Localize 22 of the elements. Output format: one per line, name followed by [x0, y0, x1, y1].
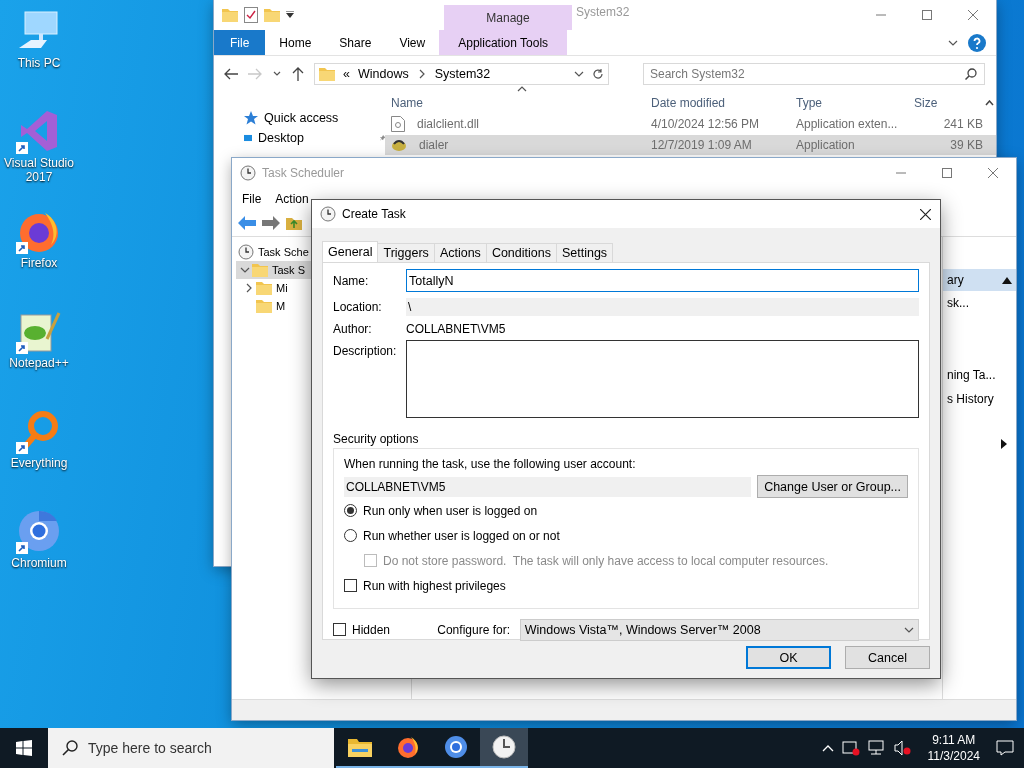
field-label: Description: — [333, 344, 398, 358]
field-label: Name: — [333, 273, 370, 288]
context-group-label: Manage — [444, 5, 572, 30]
size-cell-text: 241 KB — [942, 117, 984, 131]
date-cell-text: 4/10/2024 12:56 PM — [650, 117, 761, 131]
window-title: Task Scheduler — [262, 166, 345, 180]
account-prompt: When running the task, use the following user account: — [344, 457, 637, 471]
type-cell-text: Application — [795, 138, 856, 152]
dialog-title: Create Task — [342, 207, 406, 221]
group-title: Security options — [333, 432, 420, 446]
file-name: dialer — [418, 138, 449, 152]
account-value: COLLABNET\VM5 — [344, 476, 752, 497]
field-label: Configure for: — [437, 622, 511, 637]
size-cell-text: 39 KB — [949, 138, 984, 152]
type-cell-text: Application exten... — [795, 117, 899, 131]
date-cell-text: 12/7/2019 1:09 AM — [650, 138, 753, 152]
location-value: \ — [406, 298, 919, 316]
field-label: Location: — [333, 300, 383, 314]
author-value: COLLABNET\VM5 — [406, 322, 507, 336]
file-name: dialclient.dll — [416, 117, 480, 131]
window-title: System32 — [575, 5, 630, 21]
field-label: Author: — [333, 322, 373, 336]
